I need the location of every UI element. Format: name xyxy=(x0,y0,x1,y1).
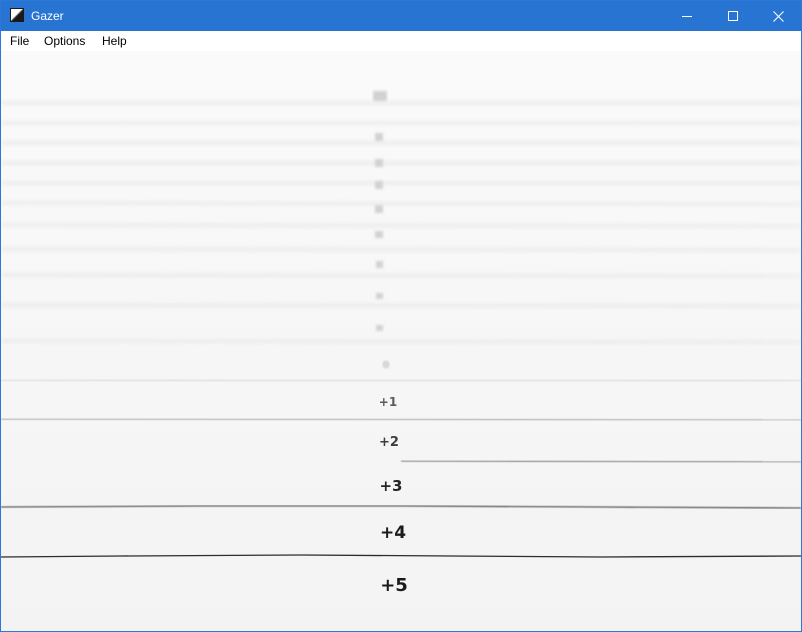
lens-test-image: 0 +1 +2 +3 +4 +5 xyxy=(1,91,801,596)
window-title: Gazer xyxy=(31,9,64,23)
title-bar[interactable]: Gazer xyxy=(1,1,801,31)
far-ticks xyxy=(373,91,387,331)
scale-label-plus-4: +4 xyxy=(380,523,406,543)
menu-options[interactable]: Options xyxy=(43,31,86,51)
scale-labels: +1 +2 +3 +4 +5 xyxy=(379,395,408,596)
app-icon xyxy=(10,8,24,22)
close-button[interactable] xyxy=(755,1,801,31)
maximize-button[interactable] xyxy=(710,1,756,31)
scale-label-plus-1: +1 xyxy=(379,395,397,409)
far-label-0: 0 xyxy=(383,360,390,371)
camera-view[interactable]: 0 +1 +2 +3 +4 +5 xyxy=(1,51,801,631)
maximize-icon xyxy=(728,11,738,21)
minimize-icon xyxy=(682,16,692,17)
menu-bar: File Options Help xyxy=(1,31,801,51)
app-window: Gazer File Options Help 0 +1 +2 +3 +4 +5 xyxy=(0,0,802,632)
far-rulings xyxy=(1,102,801,343)
close-icon xyxy=(772,10,784,22)
minimize-button[interactable] xyxy=(664,1,710,31)
menu-file[interactable]: File xyxy=(9,31,30,51)
scale-label-plus-5: +5 xyxy=(380,575,408,596)
scale-label-plus-3: +3 xyxy=(379,477,402,495)
menu-help[interactable]: Help xyxy=(101,31,128,51)
scale-label-plus-2: +2 xyxy=(379,435,399,450)
